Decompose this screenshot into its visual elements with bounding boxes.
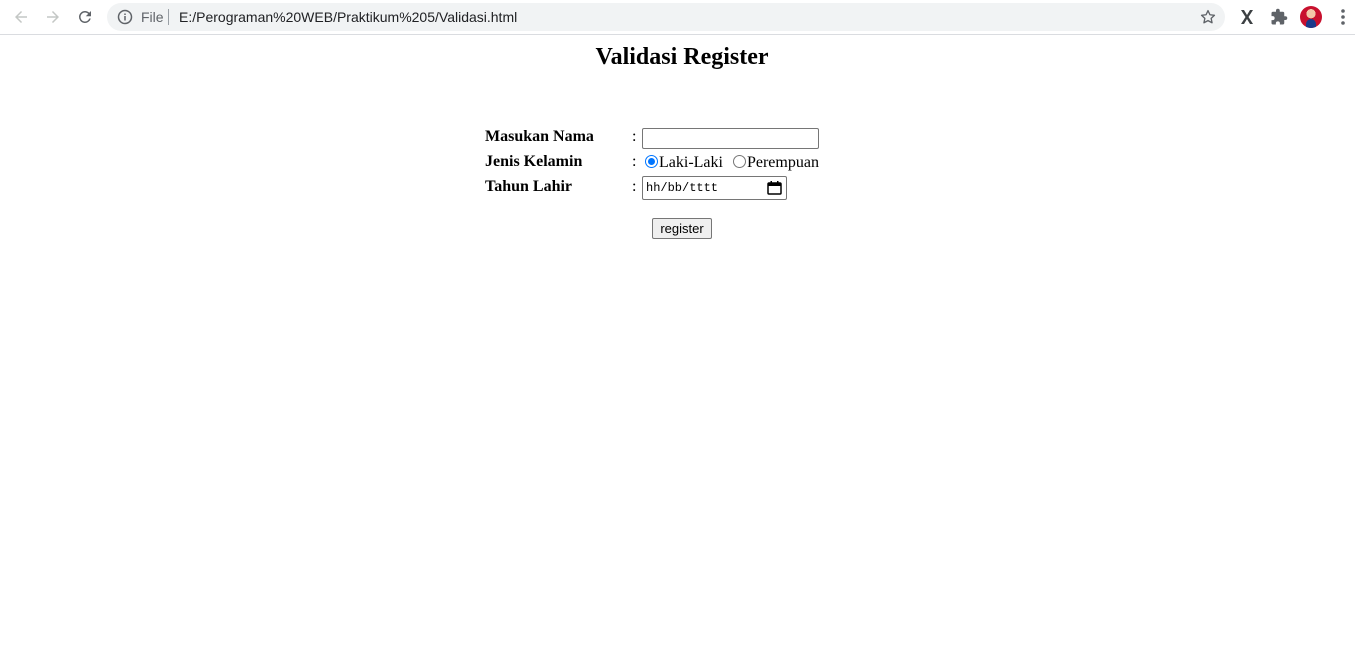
- page-title: Validasi Register: [595, 44, 769, 70]
- colon: :: [632, 153, 637, 170]
- birth-date-input[interactable]: hh/bb/tttt: [642, 176, 787, 200]
- radio-perempuan[interactable]: [732, 155, 746, 168]
- birth-label: Tahun Lahir: [485, 178, 573, 195]
- info-icon[interactable]: [117, 9, 133, 25]
- address-bar[interactable]: File E:/Perograman%20WEB/Praktikum%205/V…: [107, 3, 1225, 31]
- avatar[interactable]: [1300, 6, 1322, 28]
- file-scheme-label: File: [141, 9, 164, 25]
- url-text[interactable]: E:/Perograman%20WEB/Praktikum%205/Valida…: [179, 9, 517, 25]
- colon: :: [632, 128, 637, 145]
- reload-icon[interactable]: [73, 5, 97, 29]
- star-icon[interactable]: [1199, 8, 1217, 26]
- forward-arrow-icon[interactable]: [41, 5, 65, 29]
- x-extension-icon[interactable]: [1236, 6, 1258, 28]
- name-input[interactable]: [642, 128, 819, 149]
- colon: :: [632, 178, 637, 195]
- date-placeholder: hh/bb/tttt: [646, 181, 719, 195]
- kebab-menu-icon[interactable]: [1332, 6, 1354, 28]
- back-arrow-icon[interactable]: [9, 5, 33, 29]
- radio-label-perempuan: Perempuan: [746, 154, 819, 171]
- puzzle-icon[interactable]: [1268, 6, 1290, 28]
- browser-toolbar: File E:/Perograman%20WEB/Praktikum%205/V…: [0, 0, 1355, 35]
- omnibox-divider: [168, 9, 169, 25]
- radio-label-laki-laki: Laki-Laki: [659, 154, 723, 171]
- gender-label: Jenis Kelamin: [485, 153, 583, 170]
- name-label: Masukan Nama: [485, 128, 594, 145]
- radio-laki-laki[interactable]: [645, 155, 658, 168]
- calendar-icon[interactable]: [767, 181, 782, 195]
- register-button[interactable]: register: [652, 218, 712, 239]
